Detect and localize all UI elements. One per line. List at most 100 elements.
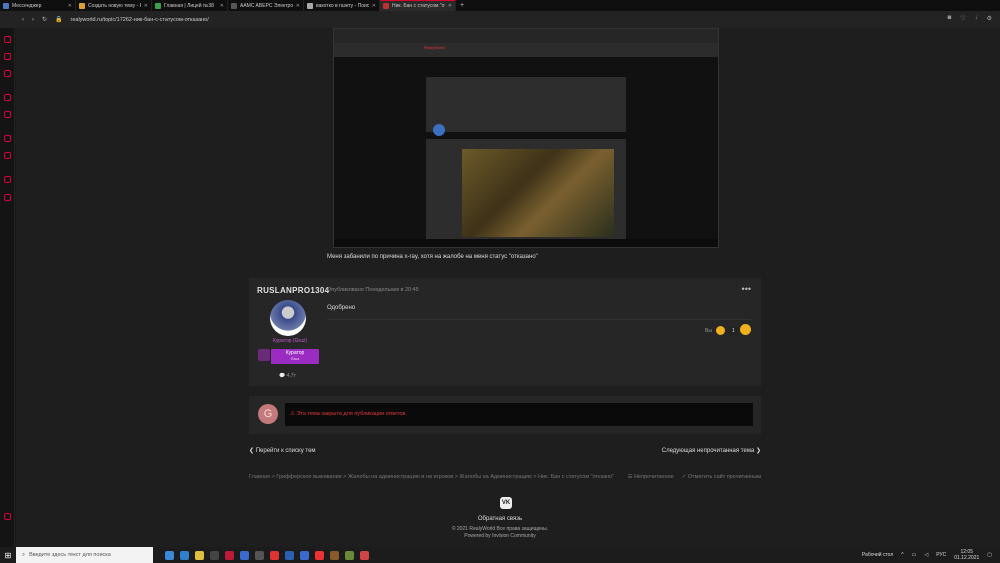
clock-icon[interactable] — [4, 152, 11, 159]
reputation: 💬 4,7т — [279, 373, 296, 379]
close-icon[interactable]: ✕ — [372, 3, 376, 9]
address-bar[interactable]: realyworld.ru/topic/17262-ник-бан-с-стат… — [71, 17, 209, 23]
search-favicon-icon — [307, 2, 313, 9]
network-icon[interactable]: ▭ — [912, 552, 917, 558]
browser-sidebar — [0, 28, 15, 547]
task-view-icon[interactable] — [165, 550, 174, 560]
browser-tab[interactable]: Создать новую тему - Ro ✕ — [76, 0, 152, 11]
mark-read-link[interactable]: ✓ Отметить сайт прочитанным — [682, 474, 761, 480]
search-icon: ⌕ — [22, 551, 26, 558]
browser-toolbar: ‹ › ↻ 🔒 realyworld.ru/topic/17262-ник-ба… — [0, 11, 1000, 28]
chevron-left-icon: ❮ — [249, 448, 256, 454]
volume-icon[interactable]: ◁ — [924, 552, 928, 558]
messenger-icon[interactable] — [4, 70, 11, 77]
notifications-icon[interactable]: ▢ — [987, 552, 992, 558]
toolbar-actions: ◙ ♡ ↓ ⚙ — [948, 15, 992, 22]
close-icon[interactable]: ✕ — [144, 3, 148, 9]
reload-icon[interactable]: ↻ — [42, 16, 47, 23]
browser-tab[interactable]: вакотко в газету - Поиск ✕ — [304, 0, 380, 11]
feedback-link[interactable]: Обратная связь — [0, 516, 1000, 522]
download-icon[interactable]: ↓ — [975, 15, 978, 22]
close-icon[interactable]: ✕ — [220, 3, 224, 9]
next-topic-link[interactable]: Следующая непрочитанная тема ❯ — [662, 447, 761, 454]
post-timestamp[interactable]: Опубликовано Понедельник в 20:45 — [327, 287, 419, 293]
powered-by[interactable]: Powered by Invision Community — [0, 533, 1000, 539]
clock[interactable]: 12:05 01.12.2021 — [954, 549, 979, 561]
comment-icon: 💬 — [279, 373, 286, 379]
word-icon[interactable] — [285, 550, 294, 560]
closed-topic-notice: G ⚠ Эта тема закрыта для публикации отве… — [249, 396, 761, 434]
close-icon[interactable]: ✕ — [68, 3, 72, 9]
site-favicon-icon — [383, 3, 389, 9]
back-icon[interactable]: ‹ — [22, 17, 24, 23]
forward-icon[interactable]: › — [32, 17, 34, 23]
explorer-icon[interactable] — [195, 550, 204, 560]
minecraft-icon[interactable] — [330, 550, 339, 560]
chevron-up-icon[interactable]: ^ — [901, 552, 903, 558]
post-author[interactable]: RUSLANPRO1304 — [257, 286, 329, 295]
windows-taskbar: ⊞ ⌕ Введите здесь текст для поиска Рабочи… — [0, 547, 1000, 563]
system-tray: Рабочий стол ^ ▭ ◁ РУС 12:05 01.12.2021 … — [862, 547, 992, 563]
taskbar-search[interactable]: ⌕ Введите здесь текст для поиска — [16, 547, 153, 563]
browser-tab[interactable]: Мессенджер ✕ — [0, 0, 76, 11]
app-icon[interactable] — [300, 550, 309, 560]
app-icon[interactable] — [240, 550, 249, 560]
app-icon[interactable] — [360, 550, 369, 560]
unread-link[interactable]: ☰ Непрочитанное — [628, 474, 674, 480]
language-indicator[interactable]: РУС — [936, 552, 946, 558]
breadcrumb-actions: ☰ Непрочитанное ✓ Отметить сайт прочитан… — [628, 474, 761, 480]
edge-icon[interactable] — [180, 550, 189, 560]
opera-icon[interactable] — [315, 550, 324, 560]
taskbar-apps — [153, 550, 369, 560]
browser-tab[interactable]: Главная | Лицей №38 ✕ — [152, 0, 228, 11]
settings-icon[interactable]: ⚙ — [987, 15, 992, 22]
close-icon[interactable]: ✕ — [448, 3, 452, 9]
browser-tabbar: Мессенджер ✕ Создать новую тему - Ro ✕ Гла… — [0, 0, 1000, 11]
opera-icon[interactable] — [4, 36, 11, 43]
site-favicon-icon — [79, 2, 85, 9]
avatar[interactable] — [270, 300, 306, 336]
messenger-icon — [3, 2, 9, 9]
post-screenshot-image[interactable]: RealyWorld — [333, 28, 719, 248]
reactions-summary[interactable]: Вы 1 — [705, 326, 738, 335]
camera-icon[interactable]: ◙ — [948, 15, 952, 22]
history-icon[interactable] — [4, 135, 11, 142]
bookmark-icon[interactable]: ♡ — [960, 15, 965, 22]
closed-message: ⚠ Эта тема закрыта для публикации ответо… — [285, 403, 753, 426]
instagram-icon[interactable] — [4, 94, 11, 101]
more-options-icon[interactable]: ••• — [742, 284, 751, 294]
shop-icon[interactable] — [4, 53, 11, 60]
vk-icon[interactable] — [4, 111, 11, 118]
site-favicon-icon — [155, 2, 161, 9]
yandex-icon[interactable] — [270, 550, 279, 560]
copyright: © 2021 RealyWorld Все права защищены. — [451, 526, 549, 532]
reply-post: RUSLANPRO1304 Опубликовано Понедельник в… — [249, 278, 761, 386]
browser-tab-active[interactable]: Ник. Бан с статусом "откв✕ — [380, 0, 456, 11]
vk-icon[interactable]: VK — [500, 497, 512, 509]
lock-icon: 🔒 — [55, 17, 63, 23]
role-badge: Куратор Gruz — [271, 349, 319, 364]
app-icon[interactable] — [255, 550, 264, 560]
prev-topic-link[interactable]: ❮ Перейти к списку тем — [249, 447, 316, 454]
new-tab-icon[interactable]: + — [456, 2, 468, 9]
react-button[interactable] — [740, 324, 751, 335]
opera-gx-icon[interactable] — [225, 550, 234, 560]
chevron-right-icon: ❯ — [755, 448, 761, 454]
cube-icon[interactable] — [4, 176, 11, 183]
laugh-emoji-icon — [715, 326, 725, 335]
screenshot-logo: RealyWorld — [424, 45, 445, 50]
game-screenshot — [462, 149, 614, 237]
close-icon[interactable]: ✕ — [296, 3, 300, 9]
post-message: Одобрено — [327, 305, 356, 311]
minecraft-icon[interactable] — [345, 550, 354, 560]
breadcrumb[interactable]: Главная > Грифферское выживание > Жалобы… — [249, 474, 614, 480]
desktop-label[interactable]: Рабочий стол — [862, 552, 893, 558]
role-title: Куратор (Gruz) — [272, 338, 308, 344]
avatar: G — [258, 404, 278, 424]
app-icon[interactable] — [210, 550, 219, 560]
settings-icon[interactable] — [4, 194, 11, 201]
post-caption: Меня забанили по причина x-ray, хотя на … — [327, 254, 538, 260]
windows-start-icon[interactable]: ⊞ — [0, 547, 16, 563]
browser-tab[interactable]: AAMC ABEPC Электронн ✕ — [228, 0, 304, 11]
divider — [327, 319, 751, 320]
